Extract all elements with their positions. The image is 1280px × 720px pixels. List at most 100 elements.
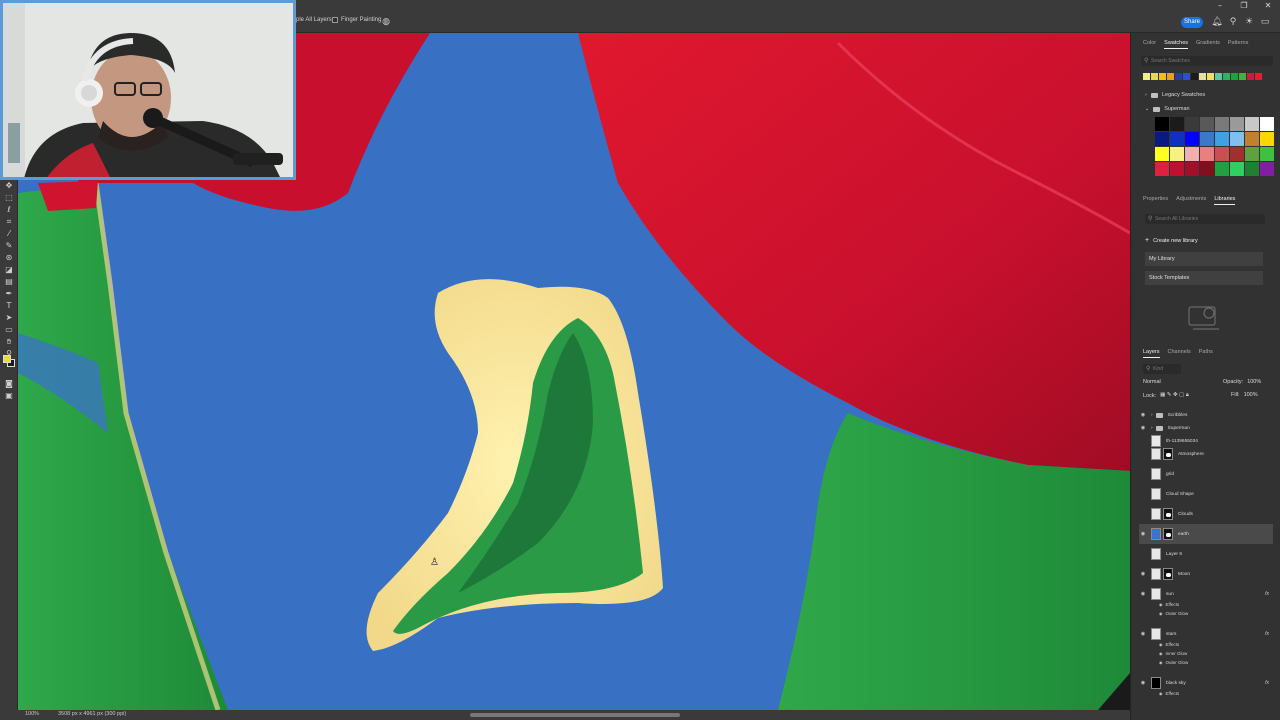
swatch-chip[interactable] — [1260, 117, 1274, 131]
foreground-color-swatch[interactable] — [3, 355, 11, 363]
swatch-chip[interactable] — [1215, 162, 1229, 176]
swatch-chip[interactable] — [1170, 117, 1184, 131]
library-item-my-library[interactable]: My Library — [1145, 252, 1263, 266]
visibility-eye-icon[interactable]: ◉ — [1139, 531, 1147, 537]
brush-settings-icon[interactable]: ◍ — [380, 16, 392, 28]
layer-row[interactable]: ◉ black sky fx — [1139, 673, 1273, 693]
swatch-chip[interactable] — [1151, 73, 1158, 80]
layer-row[interactable]: Layer 6 — [1139, 544, 1273, 564]
move-tool-icon[interactable]: ✥ — [3, 180, 15, 192]
swatch-chip[interactable] — [1167, 73, 1174, 80]
fill-control[interactable]: Fill: 100% — [1231, 392, 1258, 398]
swatch-chip[interactable] — [1245, 132, 1259, 146]
horizontal-scrollbar[interactable] — [470, 713, 680, 717]
type-tool-icon[interactable]: T — [3, 300, 15, 312]
sample-all-layers-option[interactable]: ple All Layers — [296, 17, 332, 23]
opacity-control[interactable]: Opacity: 100% — [1223, 379, 1261, 385]
screen-mode-icon[interactable]: ▣ — [3, 390, 15, 402]
swatch-chip[interactable] — [1159, 73, 1166, 80]
eyedropper-tool-icon[interactable]: ⁄ — [3, 228, 15, 240]
layer-row[interactable]: Cloud Shape — [1139, 484, 1273, 504]
opacity-value[interactable]: 100% — [1247, 379, 1261, 385]
marquee-tool-icon[interactable]: ⬚ — [3, 192, 15, 204]
layer-row[interactable]: ◉ sun fx — [1139, 584, 1273, 604]
gradient-tool-icon[interactable]: ▤ — [3, 276, 15, 288]
layer-effects-icon[interactable]: fx — [1265, 631, 1269, 637]
swatch-chip[interactable] — [1245, 147, 1259, 161]
chevron-right-icon[interactable]: › — [1151, 426, 1153, 431]
swatch-chip[interactable] — [1207, 73, 1214, 80]
swatch-chip[interactable] — [1185, 147, 1199, 161]
brush-tool-icon[interactable]: ✎ — [3, 240, 15, 252]
visibility-eye-icon[interactable]: ◉ — [1159, 691, 1163, 696]
visibility-eye-icon[interactable]: ◉ — [1139, 631, 1147, 637]
swatch-chip[interactable] — [1185, 162, 1199, 176]
swatch-chip[interactable] — [1230, 117, 1244, 131]
layer-effect-row[interactable]: ◉ Effects — [1159, 691, 1179, 696]
layer-effect-row[interactable]: ◉ Effects — [1159, 602, 1179, 607]
swatch-chip[interactable] — [1200, 162, 1214, 176]
lock-icon[interactable]: ▦ ✎ ✥ ▢ 🔒︎ — [1160, 392, 1189, 399]
visibility-eye-icon[interactable]: ◉ — [1159, 611, 1163, 616]
swatch-chip[interactable] — [1230, 132, 1244, 146]
tab-channels[interactable]: Channels — [1168, 346, 1191, 358]
swatch-chip[interactable] — [1231, 73, 1238, 80]
clone-tool-icon[interactable]: ⊛ — [3, 252, 15, 264]
tab-swatches[interactable]: Swatches — [1164, 37, 1189, 49]
finger-painting-checkbox[interactable] — [332, 17, 338, 23]
tab-properties[interactable]: Properties — [1143, 193, 1168, 205]
swatch-chip[interactable] — [1215, 73, 1222, 80]
swatch-chip[interactable] — [1215, 147, 1229, 161]
finger-painting-option[interactable]: Finger Painting — [332, 17, 381, 23]
hand-tool-icon[interactable]: ✋︎ — [3, 336, 15, 348]
layer-row[interactable]: Clouds — [1139, 504, 1273, 524]
fill-value[interactable]: 100% — [1244, 392, 1258, 398]
swatch-chip[interactable] — [1239, 73, 1246, 80]
layer-row[interactable]: grid — [1139, 464, 1273, 484]
chevron-right-icon[interactable]: › — [1151, 413, 1153, 418]
visibility-eye-icon[interactable]: ◉ — [1159, 602, 1163, 607]
layer-effect-row[interactable]: ◉ Outer Glow — [1159, 611, 1188, 616]
layer-effect-row[interactable]: ◉ Inner Glow — [1159, 651, 1187, 656]
tab-color[interactable]: Color — [1143, 37, 1156, 49]
pen-tool-icon[interactable]: ✒ — [3, 288, 15, 300]
swatch-chip[interactable] — [1191, 73, 1198, 80]
bell-icon[interactable]: 🔔︎ — [1211, 16, 1223, 28]
libraries-search-input[interactable]: Search All Libraries — [1145, 214, 1265, 224]
crop-tool-icon[interactable]: ⌗ — [3, 216, 15, 228]
swatch-chip[interactable] — [1247, 73, 1254, 80]
shape-tool-icon[interactable]: ▭ — [3, 324, 15, 336]
layer-mask-thumbnail[interactable] — [1163, 508, 1173, 520]
eraser-tool-icon[interactable]: ◪ — [3, 264, 15, 276]
swatch-chip[interactable] — [1200, 147, 1214, 161]
layer-mask-thumbnail[interactable] — [1163, 568, 1173, 580]
visibility-eye-icon[interactable]: ◉ — [1139, 680, 1147, 686]
tab-patterns[interactable]: Patterns — [1228, 37, 1248, 49]
visibility-eye-icon[interactable]: ◉ — [1139, 591, 1147, 597]
tab-gradients[interactable]: Gradients — [1196, 37, 1220, 49]
swatch-chip[interactable] — [1175, 73, 1182, 80]
layer-effects-icon[interactable]: fx — [1265, 680, 1269, 686]
path-select-tool-icon[interactable]: ➤ — [3, 312, 15, 324]
swatch-chip[interactable] — [1170, 132, 1184, 146]
quick-mask-icon[interactable]: ◙ — [3, 378, 15, 390]
layer-mask-thumbnail[interactable] — [1163, 448, 1173, 460]
workspace-icon[interactable]: ▭ — [1259, 16, 1271, 28]
search-icon[interactable]: ⚲ — [1227, 16, 1239, 28]
swatch-chip[interactable] — [1155, 147, 1169, 161]
visibility-eye-icon[interactable]: ◉ — [1159, 642, 1163, 647]
zoom-level[interactable]: 100% — [25, 711, 39, 717]
tab-paths[interactable]: Paths — [1199, 346, 1213, 358]
swatch-chip[interactable] — [1260, 147, 1274, 161]
layer-row[interactable]: ◉ stars fx — [1139, 624, 1273, 644]
swatches-search-input[interactable]: Search Swatches — [1141, 56, 1273, 66]
swatch-chip[interactable] — [1185, 132, 1199, 146]
tab-layers[interactable]: Layers — [1143, 346, 1160, 358]
tab-libraries[interactable]: Libraries — [1214, 193, 1236, 205]
layer-effect-row[interactable]: ◉ Effects — [1159, 642, 1179, 647]
create-library-button[interactable]: + Create new library — [1145, 237, 1198, 244]
visibility-eye-icon[interactable]: ◉ — [1159, 651, 1163, 656]
lasso-tool-icon[interactable]: ℓ — [3, 204, 15, 216]
swatch-chip[interactable] — [1215, 117, 1229, 131]
lightbulb-icon[interactable]: ☀︎ — [1243, 16, 1255, 28]
